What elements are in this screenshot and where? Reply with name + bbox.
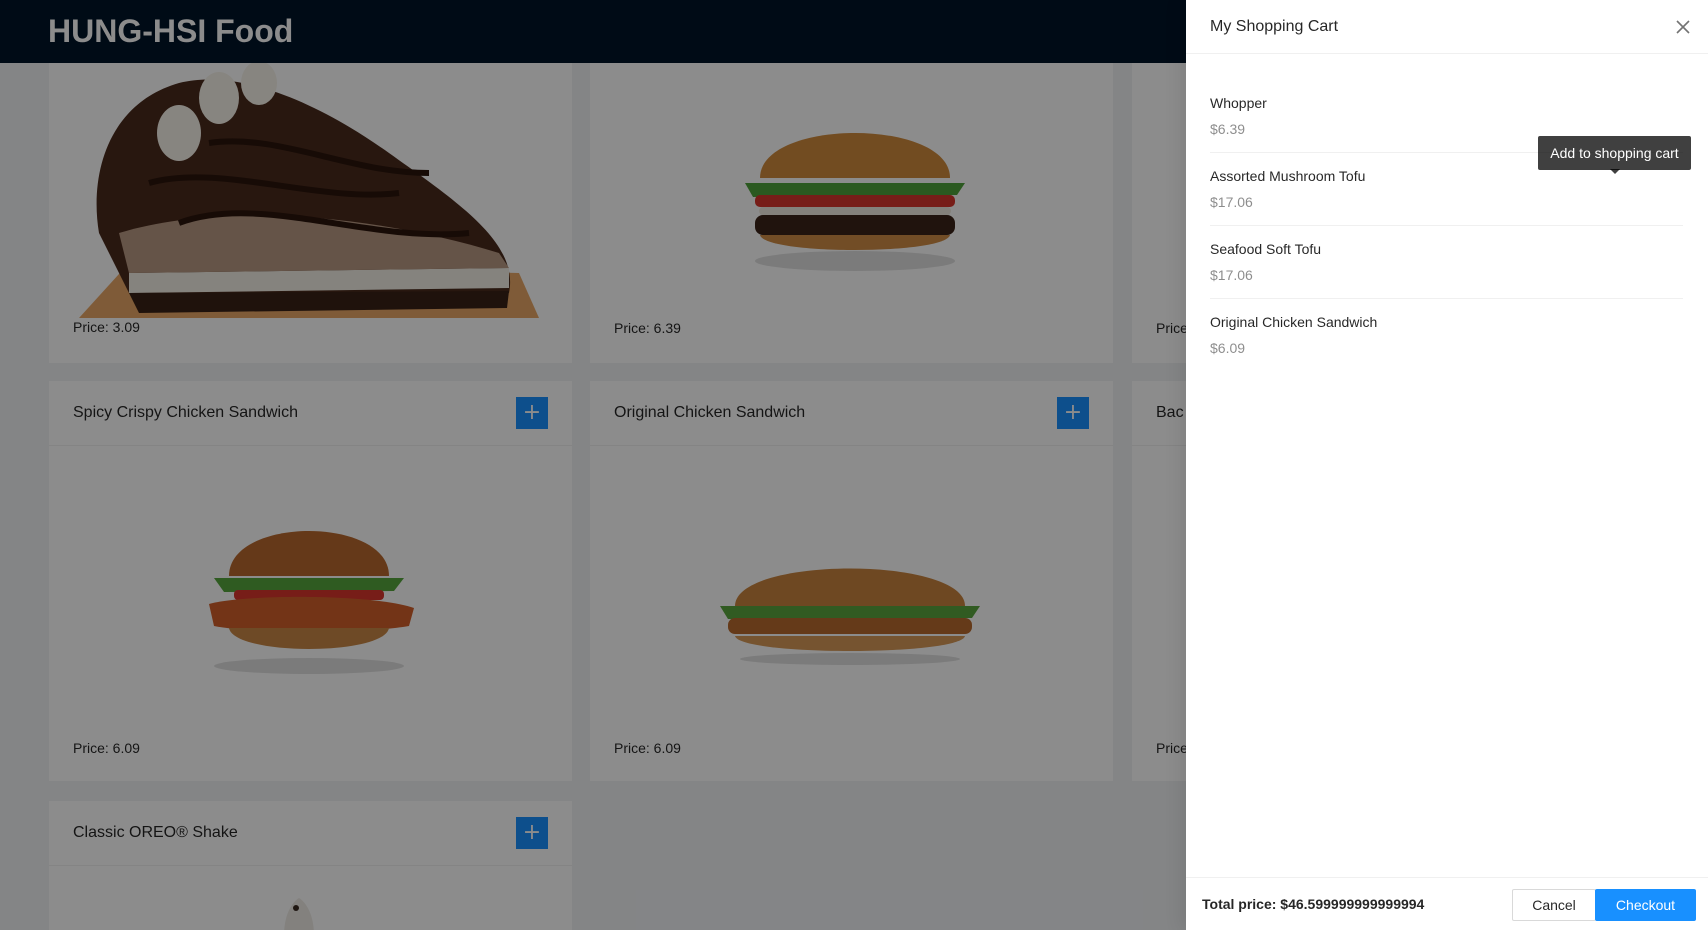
cart-item: Seafood Soft Tofu $17.06 <box>1210 226 1683 299</box>
cart-item-price: $17.06 <box>1210 194 1253 210</box>
total-price: Total price: $46.599999999999994 <box>1202 896 1425 912</box>
cart-item-name: Whopper <box>1210 95 1267 111</box>
add-to-cart-tooltip: Add to shopping cart <box>1538 136 1691 170</box>
cart-item-price: $17.06 <box>1210 267 1253 283</box>
close-icon[interactable] <box>1671 15 1695 39</box>
cart-item-name: Assorted Mushroom Tofu <box>1210 168 1366 184</box>
cart-item-price: $6.09 <box>1210 340 1246 356</box>
cart-item: Original Chicken Sandwich $6.09 <box>1210 299 1683 372</box>
drawer-footer: Total price: $46.599999999999994 Cancel … <box>1186 877 1708 930</box>
tooltip-arrow <box>1610 169 1620 174</box>
checkout-button[interactable]: Checkout <box>1595 889 1696 921</box>
cart-item-price: $6.39 <box>1210 121 1246 137</box>
cancel-button[interactable]: Cancel <box>1512 889 1596 921</box>
drawer-header: My Shopping Cart <box>1186 0 1708 54</box>
cart-item-name: Original Chicken Sandwich <box>1210 314 1378 330</box>
cart-item-name: Seafood Soft Tofu <box>1210 241 1322 257</box>
cart-item-list: Whopper $6.39 Assorted Mushroom Tofu $17… <box>1210 80 1683 372</box>
drawer-title: My Shopping Cart <box>1210 18 1339 35</box>
